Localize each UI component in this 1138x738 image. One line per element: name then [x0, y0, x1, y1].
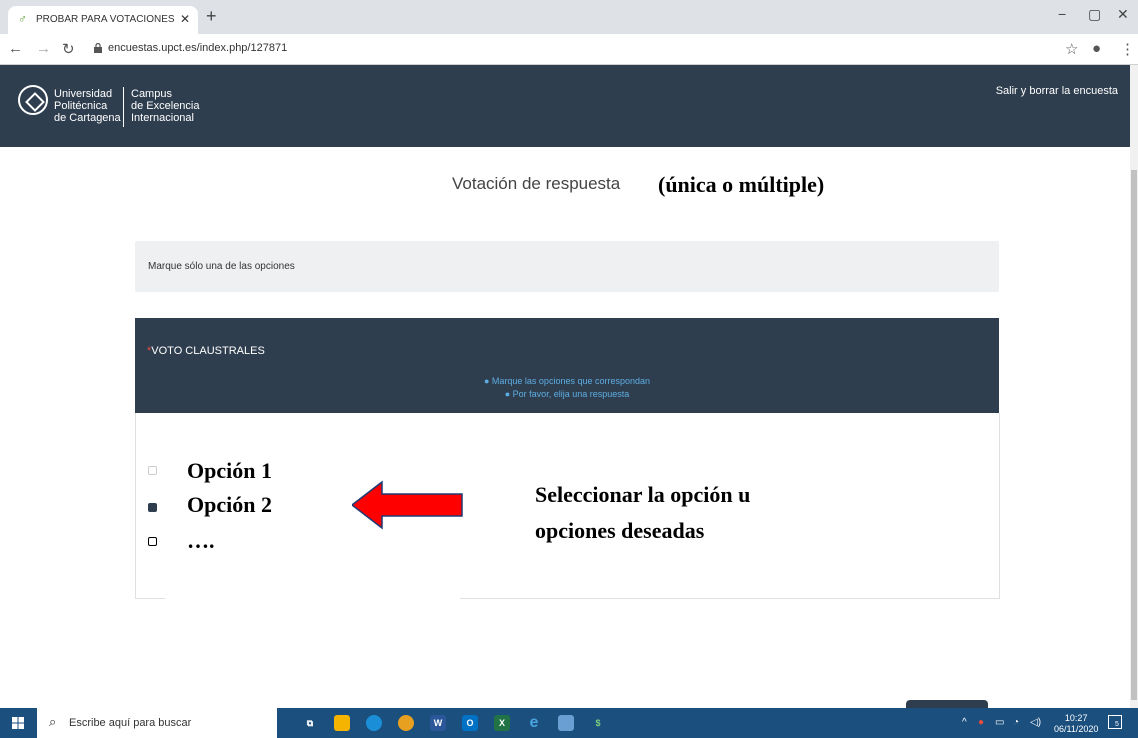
- annotation-line-2: opciones deseadas: [535, 518, 705, 543]
- survey-favicon-icon: ♂: [18, 12, 27, 26]
- red-arrow-icon: [352, 480, 463, 530]
- maximize-icon[interactable]: ▢: [1088, 6, 1101, 23]
- outlook-icon[interactable]: O: [462, 715, 478, 731]
- browser-tab-bar: ♂ PROBAR PARA VOTACIONES CLA ✕ + − ▢ ✕: [0, 0, 1138, 34]
- new-tab-icon[interactable]: +: [206, 6, 217, 27]
- excel-icon[interactable]: X: [494, 715, 510, 731]
- edge-icon[interactable]: [366, 715, 382, 731]
- wifi-icon[interactable]: ◔: [1013, 717, 1019, 728]
- lock-icon: [94, 43, 102, 53]
- page-title: Votación de respuesta: [452, 174, 621, 193]
- forward-icon[interactable]: →: [36, 40, 51, 57]
- site-header: Universidad Politécnica de Cartagena Cam…: [0, 65, 1130, 147]
- search-placeholder: Escribe aquí para buscar: [69, 717, 192, 729]
- page-scrollbar[interactable]: [1130, 65, 1138, 708]
- question-header: *VOTO CLAUSTRALES ● Marque las opciones …: [135, 318, 999, 413]
- windows-start-icon[interactable]: [12, 717, 24, 729]
- word-icon[interactable]: W: [430, 715, 446, 731]
- option-3-label[interactable]: ….: [187, 528, 215, 554]
- browser-tab[interactable]: ♂ PROBAR PARA VOTACIONES CLA ✕: [8, 6, 198, 34]
- tab-title: PROBAR PARA VOTACIONES CLA: [36, 14, 176, 25]
- window-close-icon[interactable]: ✕: [1117, 6, 1129, 23]
- option-3-checkbox[interactable]: [148, 537, 157, 546]
- option-2-checkbox[interactable]: [148, 503, 157, 512]
- tab-close-icon[interactable]: ✕: [180, 12, 190, 26]
- profile-icon[interactable]: ●: [1092, 40, 1101, 57]
- tray-app-icon[interactable]: ●: [978, 717, 984, 728]
- system-clock[interactable]: 10:27 06/11/2020: [1054, 713, 1098, 735]
- campus-name: Campus de Excelencia Internacional: [131, 88, 200, 124]
- volume-icon[interactable]: ◁): [1030, 717, 1041, 728]
- question-tip-2: ● Por favor, elija una respuesta: [504, 389, 630, 399]
- minimize-icon[interactable]: −: [1058, 6, 1066, 22]
- back-icon[interactable]: ←: [8, 40, 23, 57]
- chrome-icon[interactable]: [398, 715, 414, 731]
- help-box: Marque sólo una de las opciones: [135, 241, 999, 292]
- money-app-icon[interactable]: $: [590, 715, 606, 731]
- search-icon: ⌕: [49, 714, 57, 729]
- university-name: Universidad Politécnica de Cartagena: [54, 88, 121, 124]
- logo-divider: [123, 87, 124, 127]
- windows-taskbar: ⌕ Escribe aquí para buscar ⧉ W O X e $ ^…: [0, 708, 1138, 738]
- heading-annotation: (única o múltiple): [658, 172, 825, 197]
- tray-chevron-icon[interactable]: ^: [962, 717, 967, 728]
- taskbar-search[interactable]: ⌕ Escribe aquí para buscar: [37, 708, 277, 738]
- question-tip-1: ● Marque las opciones que correspondan: [483, 376, 651, 386]
- app-icon[interactable]: [558, 715, 574, 731]
- scrollbar-thumb[interactable]: [1131, 170, 1137, 700]
- question-title: *VOTO CLAUSTRALES: [147, 345, 265, 357]
- help-text: Marque sólo una de las opciones: [148, 261, 295, 272]
- option-1-label[interactable]: Opción 1: [187, 458, 272, 484]
- upct-logo-icon: [18, 85, 48, 115]
- exit-survey-link[interactable]: Salir y borrar la encuesta: [996, 85, 1118, 97]
- option-1-checkbox[interactable]: [148, 466, 157, 475]
- reload-icon[interactable]: ↻: [62, 40, 75, 58]
- internet-explorer-icon[interactable]: e: [526, 715, 542, 731]
- menu-dots-icon[interactable]: ⋮: [1120, 40, 1135, 58]
- address-bar: ← → ↻ encuestas.upct.es/index.php/127871…: [0, 34, 1138, 65]
- bookmark-star-icon[interactable]: ☆: [1065, 40, 1078, 58]
- bottom-tab[interactable]: [906, 700, 988, 708]
- task-view-icon[interactable]: ⧉: [302, 715, 318, 731]
- battery-icon[interactable]: ▭: [995, 717, 1004, 728]
- annotation-line-1: Seleccionar la opción u: [535, 482, 751, 507]
- file-explorer-icon[interactable]: [334, 715, 350, 731]
- option-2-label[interactable]: Opción 2: [187, 492, 272, 518]
- url-field[interactable]: encuestas.upct.es/index.php/127871: [108, 42, 287, 54]
- notification-count: 5: [1115, 721, 1119, 728]
- notification-icon[interactable]: 5: [1108, 715, 1122, 729]
